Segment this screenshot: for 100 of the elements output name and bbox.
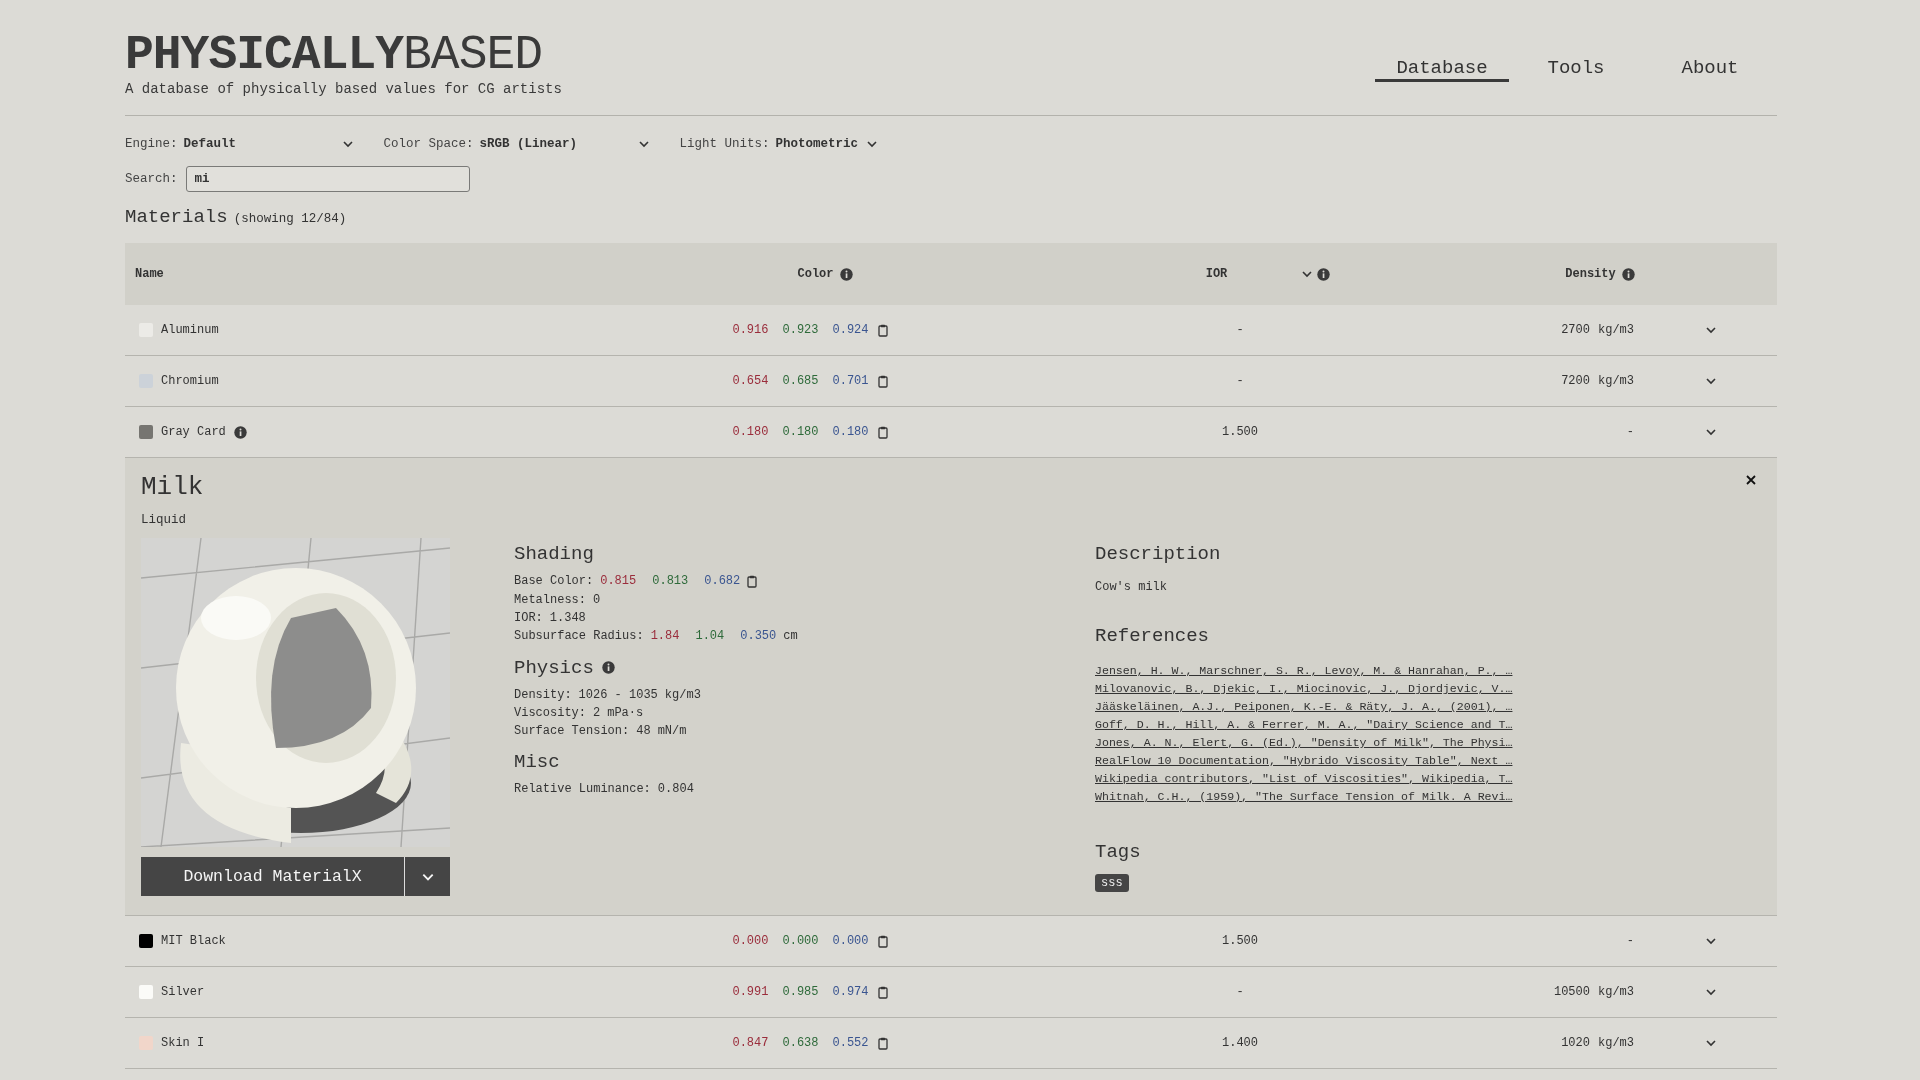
download-button[interactable]: Download MaterialX <box>141 857 404 897</box>
material-name[interactable]: Chromium <box>161 374 219 388</box>
ior-value: 1.500 <box>1222 934 1258 948</box>
ior-value: 1.400 <box>1222 1036 1258 1050</box>
download-options-button[interactable] <box>404 857 450 897</box>
property-label: IOR: <box>514 609 543 627</box>
filter-dropdown[interactable]: Default <box>183 137 354 151</box>
nav-tab[interactable]: Database <box>1375 0 1509 82</box>
color-value: 0.924 <box>832 323 869 337</box>
group-title: Shading <box>514 543 594 566</box>
color-value: 0.974 <box>832 985 869 999</box>
material-name[interactable]: Silver <box>161 985 205 999</box>
column-header[interactable]: Density <box>1565 267 1616 281</box>
chevron-down-icon <box>1704 324 1717 336</box>
color-value: 0.000 <box>782 934 819 948</box>
density-unit: kg/m3 <box>1598 1036 1634 1050</box>
property-label: Viscosity: <box>514 704 586 722</box>
search-field[interactable]: mi <box>185 166 470 192</box>
description-text: Cow's milk <box>1095 580 1168 595</box>
property-label: Density: <box>514 686 572 704</box>
density-unit: kg/m3 <box>1598 985 1634 999</box>
property-unit: cm <box>783 628 798 646</box>
section-heading: References <box>1095 625 1210 648</box>
property-value: 2 <box>593 704 601 722</box>
color-value: 0.638 <box>782 1036 819 1050</box>
expand-button[interactable] <box>1704 935 1717 947</box>
expand-button[interactable] <box>1704 375 1717 387</box>
chevron-down-icon <box>866 138 879 150</box>
material-name[interactable]: Gray Card <box>161 425 226 439</box>
chevron-down-icon <box>1704 986 1717 998</box>
property-value: 0.350 <box>740 628 777 646</box>
property-label: Relative Luminance: <box>514 781 651 799</box>
chevron-down-icon <box>1704 375 1717 387</box>
section-heading: Description <box>1095 543 1221 566</box>
filter-dropdown[interactable]: sRGB (Linear) <box>479 137 650 151</box>
section-heading: Tags <box>1095 840 1141 863</box>
material-name[interactable]: Skin I <box>161 1036 205 1050</box>
density-value: 1020 <box>1561 1036 1590 1050</box>
site-logo[interactable]: PHYSICALLYBASED <box>125 33 562 77</box>
chevron-down-icon <box>1704 426 1717 438</box>
site-tagline: A database of physically based values for CG artists <box>125 81 562 97</box>
filter-label: Engine: <box>125 137 178 151</box>
chevron-down-icon <box>637 138 650 150</box>
close-button[interactable] <box>1745 474 1757 486</box>
expand-button[interactable] <box>1704 324 1717 336</box>
clipboard-icon <box>877 374 888 388</box>
clipboard-icon <box>877 934 888 948</box>
color-value: 0.552 <box>832 1036 869 1050</box>
reference-link[interactable]: Milovanovic, B., Djekic, I., Miocinovic, J., Djordjevic, V.… <box>1095 680 1761 699</box>
reference-link[interactable]: Jensen, H. W., Marschner, S. R., Levoy, M. & Hanrahan, P., … <box>1095 662 1761 681</box>
reference-link[interactable]: Whitnah, C.H., (1959), "The Surface Tension of Milk. A Revi… <box>1095 787 1761 806</box>
reference-link[interactable]: Jääskeläinen, A.J., Peiponen, K.-E. & Räty, J. A., (2001), … <box>1095 698 1761 717</box>
column-header[interactable]: Color <box>797 267 834 281</box>
density-unit: kg/m3 <box>1598 323 1634 337</box>
density-value: - <box>1626 934 1634 948</box>
property-unit: mPa·s <box>607 704 644 722</box>
property-unit: kg/m3 <box>664 686 701 704</box>
section-title: Materials <box>125 206 228 228</box>
property-value: 1026 - 1035 <box>578 686 658 704</box>
ior-value: - <box>1236 985 1244 999</box>
ior-value: 1.500 <box>1222 425 1258 439</box>
property-value: 0.682 <box>704 573 741 591</box>
color-value: 0.701 <box>832 374 869 388</box>
property-value: 1.04 <box>695 628 725 646</box>
filter-label: Light Units: <box>679 137 770 151</box>
column-header[interactable]: IOR <box>1205 267 1228 281</box>
group-title: Misc <box>514 751 560 774</box>
chevron-down-icon <box>1704 935 1717 947</box>
material-name[interactable]: MIT Black <box>161 934 226 948</box>
color-value: 0.180 <box>832 425 869 439</box>
property-label: Subsurface Radius: <box>514 628 644 646</box>
search-label: Search: <box>125 172 178 186</box>
group-title: Physics <box>514 656 594 679</box>
clipboard-icon <box>877 425 888 439</box>
material-name[interactable]: Aluminum <box>161 323 219 337</box>
material-category: Liquid <box>141 512 187 528</box>
color-value: 0.654 <box>732 374 769 388</box>
chevron-down-icon[interactable] <box>1301 268 1314 280</box>
color-value: 0.847 <box>732 1036 769 1050</box>
reference-link[interactable]: RealFlow 10 Documentation, "Hybrido Viscosity Table", Next … <box>1095 751 1761 770</box>
reference-link[interactable]: Jones, A. N., Elert, G. (Ed.), "Density of Milk", The Physi… <box>1095 733 1761 752</box>
tag-chip[interactable]: sss <box>1095 873 1129 892</box>
property-value: 0 <box>593 591 601 609</box>
property-unit: mN/m <box>657 723 687 741</box>
property-label: Surface Tension: <box>514 723 630 741</box>
reference-link[interactable]: Goff, D. H., Hill, A. & Ferrer, M. A., "Dairy Science and T… <box>1095 716 1761 734</box>
color-value: 0.985 <box>782 985 819 999</box>
column-header[interactable]: Name <box>135 267 164 281</box>
property-value: 0.815 <box>600 573 637 591</box>
nav-tab[interactable]: Tools <box>1509 0 1643 82</box>
property-value: 0.813 <box>652 573 689 591</box>
expand-button[interactable] <box>1704 1037 1717 1049</box>
color-value: 0.685 <box>782 374 819 388</box>
density-value: 10500 <box>1553 985 1590 999</box>
expand-button[interactable] <box>1704 986 1717 998</box>
nav-tab[interactable]: About <box>1643 0 1777 82</box>
filter-dropdown[interactable]: Photometric <box>775 137 879 151</box>
close-icon <box>1745 474 1757 486</box>
reference-link[interactable]: Wikipedia contributors, "List of Viscosities", Wikipedia, T… <box>1095 769 1761 788</box>
expand-button[interactable] <box>1704 426 1717 438</box>
